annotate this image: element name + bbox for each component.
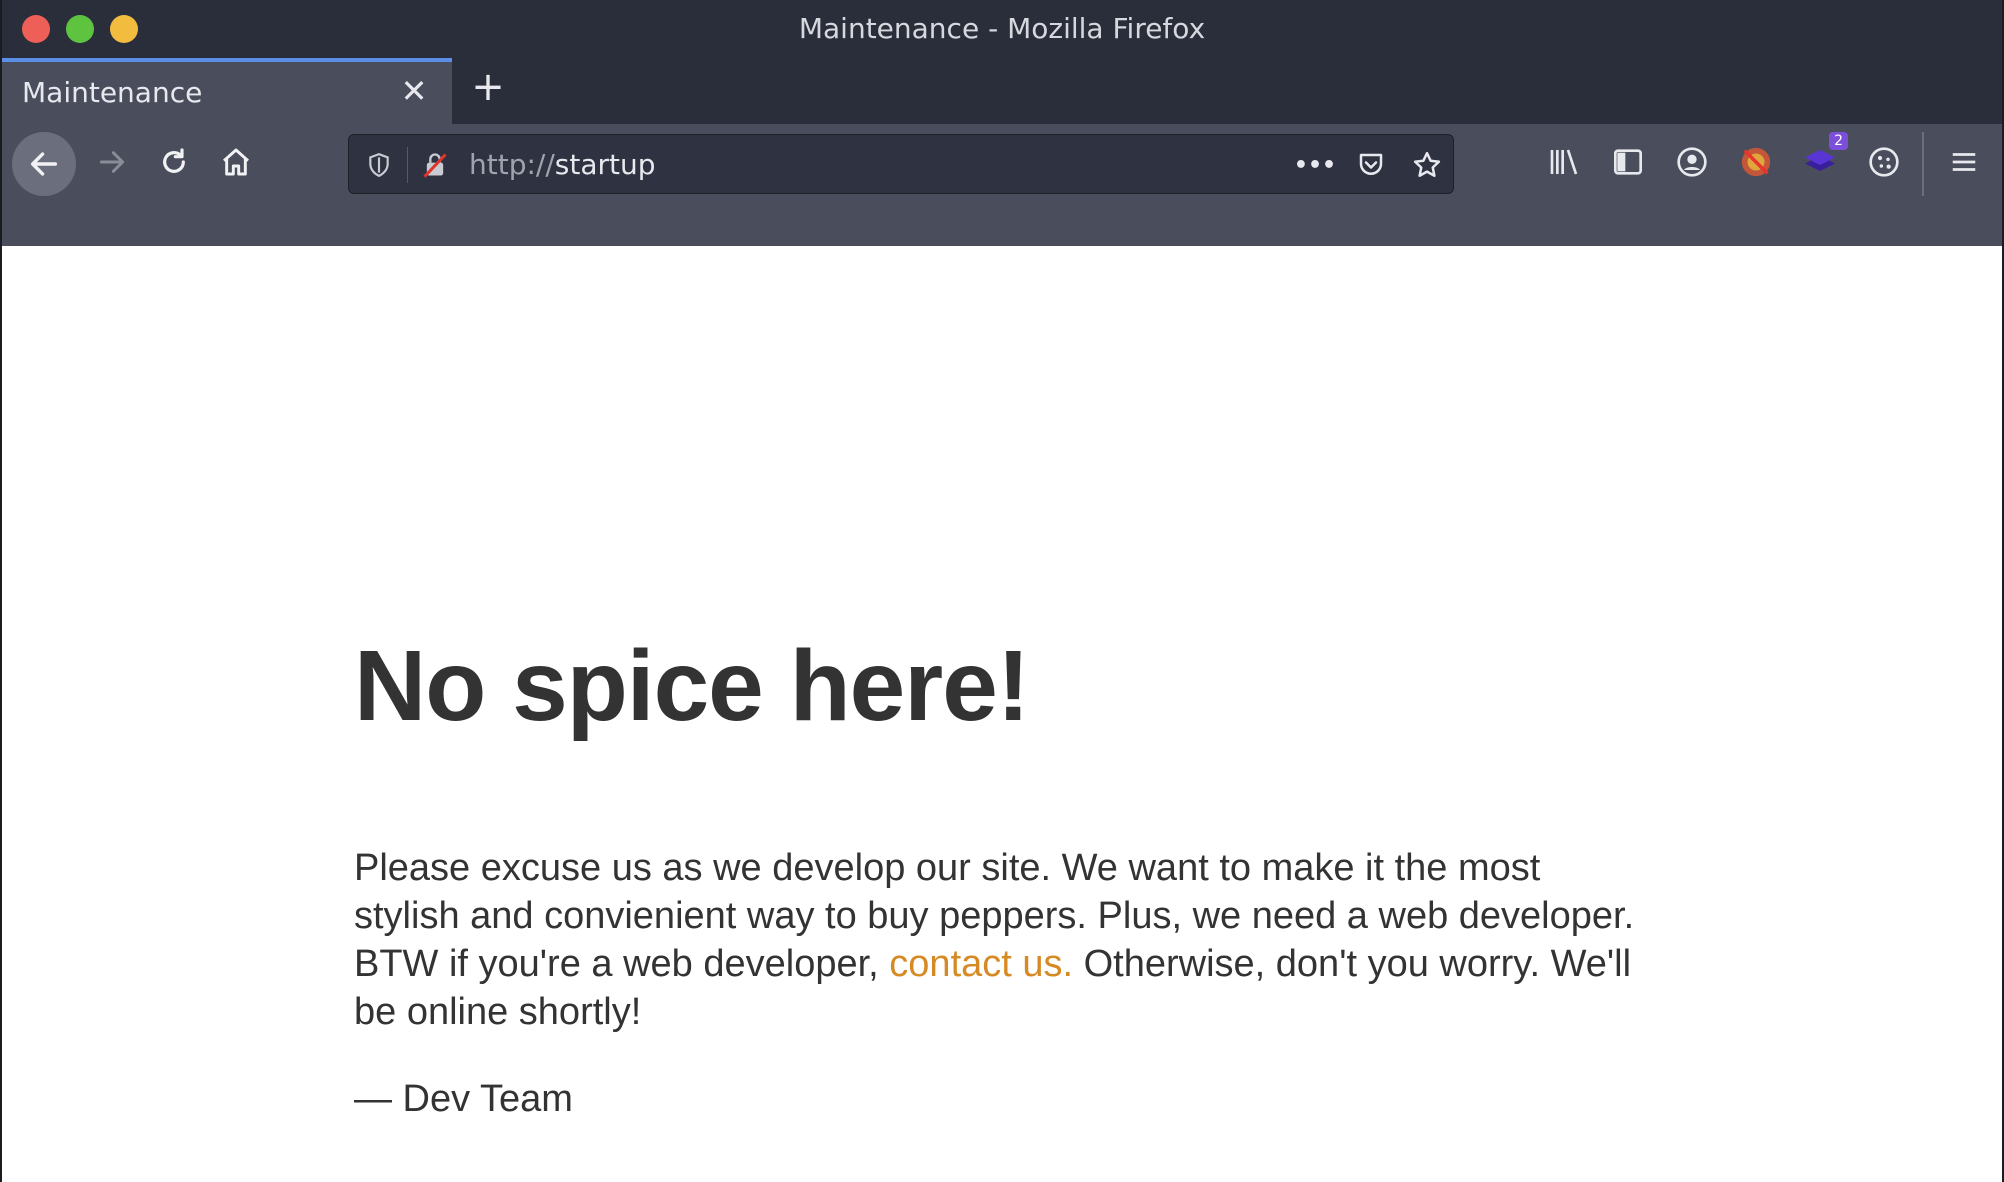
page-headline: No spice here!	[354, 630, 1030, 742]
home-button[interactable]	[206, 132, 266, 192]
toolbar-divider	[1922, 132, 1924, 196]
bookmark-star-icon[interactable]	[1409, 147, 1445, 183]
navigation-toolbar: http://startup ••• 2	[2, 124, 2002, 246]
back-button[interactable]	[12, 132, 76, 196]
page-signature: — Dev Team	[354, 1078, 573, 1120]
url-host: startup	[554, 148, 656, 181]
url-scheme: http://	[469, 148, 555, 181]
pocket-icon[interactable]	[1353, 147, 1389, 183]
page-message: Please excuse us as we develop our site.…	[354, 844, 1654, 1036]
back-icon	[30, 152, 58, 176]
close-tab-icon[interactable]: ✕	[396, 72, 432, 112]
sidebar-icon[interactable]	[1604, 138, 1652, 186]
account-icon[interactable]	[1668, 138, 1716, 186]
contact-us-link[interactable]: contact us.	[889, 943, 1073, 985]
tab-label: Maintenance	[22, 76, 203, 109]
new-tab-button[interactable]: +	[468, 64, 508, 114]
home-icon	[223, 148, 249, 176]
extension-blocked-icon[interactable]	[1732, 138, 1780, 186]
url-bar[interactable]: http://startup •••	[348, 134, 1454, 194]
page-content: No spice here! Please excuse us as we de…	[2, 246, 2002, 1182]
more-actions-icon[interactable]: •••	[1294, 147, 1336, 183]
library-icon[interactable]	[1540, 138, 1588, 186]
title-bar: Maintenance - Mozilla Firefox	[2, 0, 2002, 58]
extension-badge: 2	[1829, 132, 1848, 150]
browser-window: Maintenance - Mozilla Firefox Maintenanc…	[0, 0, 2004, 1182]
insecure-lock-icon[interactable]	[417, 147, 453, 183]
reload-icon	[163, 148, 185, 173]
tab-maintenance[interactable]: Maintenance ✕	[2, 58, 452, 124]
hamburger-menu-icon[interactable]	[1940, 138, 1988, 186]
tab-strip: Maintenance ✕ +	[2, 58, 2002, 124]
reload-button[interactable]	[144, 132, 204, 192]
url-text[interactable]: http://startup	[469, 148, 656, 181]
shield-icon[interactable]	[361, 147, 397, 183]
window-title: Maintenance - Mozilla Firefox	[798, 12, 1206, 45]
forward-button[interactable]	[82, 132, 142, 192]
forward-icon	[99, 151, 125, 173]
extension-stack-icon[interactable]: 2	[1796, 132, 1848, 186]
cookie-icon[interactable]	[1860, 138, 1908, 186]
url-separator	[407, 147, 408, 183]
